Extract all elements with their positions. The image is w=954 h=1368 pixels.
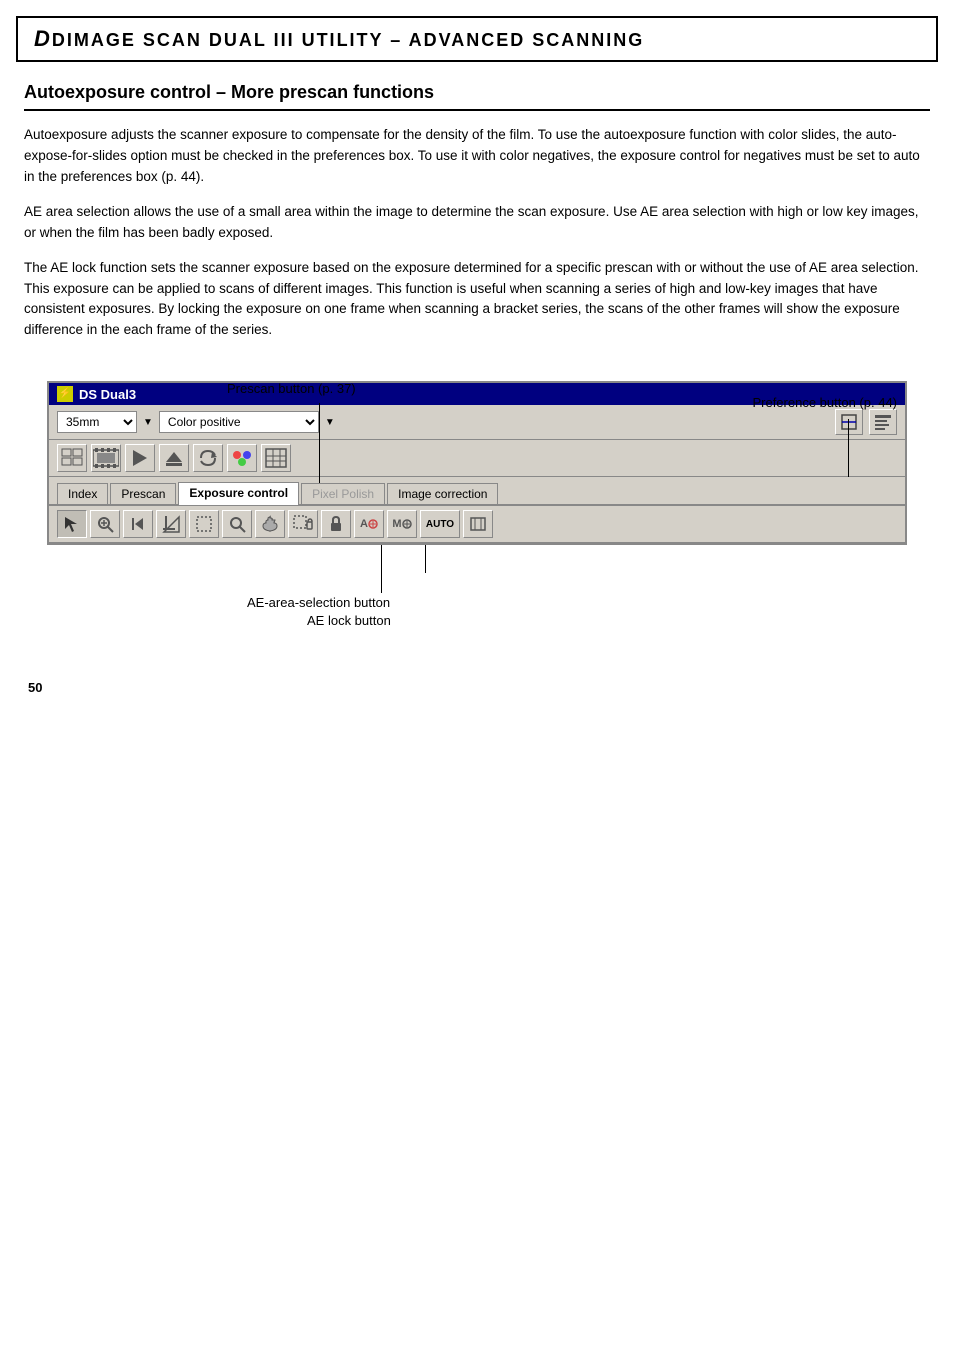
lock-icon <box>327 515 345 533</box>
zoom-in-tool[interactable] <box>90 510 120 538</box>
page-title: DDIMAGE SCAN DUAL III UTILITY – ADVANCED… <box>34 26 644 52</box>
page-header: DDIMAGE SCAN DUAL III UTILITY – ADVANCED… <box>16 16 938 62</box>
hand-icon <box>261 515 279 533</box>
scanner-tools-row: A M <box>49 506 905 543</box>
filmstrip-icon <box>93 448 119 468</box>
rotate-button[interactable] <box>193 444 223 472</box>
preference-icon-button[interactable] <box>869 409 897 435</box>
ae-lock-line <box>425 545 426 573</box>
rotate-icon <box>197 448 219 468</box>
scanner-app-icon: ⚡ <box>57 386 73 402</box>
manual-setting-m-button[interactable]: M <box>387 510 417 538</box>
tab-index[interactable]: Index <box>57 483 108 504</box>
scan-icon-button[interactable] <box>835 409 863 435</box>
section-title: Autoexposure control – More prescan func… <box>24 82 930 111</box>
paragraph-3: The AE lock function sets the scanner ex… <box>24 258 930 342</box>
annotation-preference: Preference button (p. 44) <box>752 395 897 410</box>
auto-setting-a-button[interactable]: A <box>354 510 384 538</box>
extra-tool-button[interactable] <box>463 510 493 538</box>
arrow-icon <box>63 515 81 533</box>
eject-icon <box>163 448 185 468</box>
grid-icon <box>265 448 287 468</box>
pan-tool[interactable] <box>255 510 285 538</box>
color-mode-select[interactable]: Color positive <box>159 411 319 433</box>
main-content: Autoexposure control – More prescan func… <box>0 62 954 675</box>
filmstrip-button[interactable] <box>91 444 121 472</box>
scanner-diagram: Prescan button (p. 37) Preference button… <box>47 381 907 625</box>
magnify-icon <box>228 515 246 533</box>
preference-icon <box>874 413 892 431</box>
ae-area-icon <box>292 514 314 534</box>
paragraph-1: Autoexposure adjusts the scanner exposur… <box>24 125 930 188</box>
extra-tool-icon <box>469 515 487 533</box>
prescan-button[interactable] <box>125 444 155 472</box>
scanner-toolbar-row1: 35mm ▼ Color positive ▼ <box>49 405 905 440</box>
film-type-arrow: ▼ <box>143 417 153 428</box>
auto-a-label: A <box>360 518 368 530</box>
grid-button[interactable] <box>261 444 291 472</box>
manual-m-label: M <box>392 518 401 530</box>
tab-prescan[interactable]: Prescan <box>110 483 176 504</box>
ae-lock-label: AE lock button <box>307 613 391 628</box>
prescan-icon <box>129 448 151 468</box>
color-mode-arrow: ▼ <box>325 417 335 428</box>
paragraph-2: AE area selection allows the use of a sm… <box>24 202 930 244</box>
eject-button[interactable] <box>159 444 189 472</box>
below-annotations: AE-area-selection button AE lock button <box>47 545 907 625</box>
scanner-tabs: Index Prescan Exposure control Pixel Pol… <box>49 477 905 506</box>
ae-area-label: AE-area-selection button <box>247 595 390 610</box>
crop-tool[interactable] <box>156 510 186 538</box>
ae-area-selection-button[interactable] <box>288 510 318 538</box>
index-view-button[interactable] <box>57 444 87 472</box>
first-frame-icon <box>129 515 147 533</box>
annotation-prescan: Prescan button (p. 37) <box>227 381 356 396</box>
tab-image-correction[interactable]: Image correction <box>387 483 498 504</box>
tab-exposure-control[interactable]: Exposure control <box>178 482 299 505</box>
color-mode-button[interactable] <box>227 444 257 472</box>
prescan-annotation-line <box>319 403 320 483</box>
zoom-in-icon <box>96 515 114 533</box>
auto-label: AUTO <box>426 519 454 530</box>
manual-m-icon <box>402 519 412 529</box>
marquee-tool[interactable] <box>189 510 219 538</box>
crop-icon <box>162 515 180 533</box>
auto-button[interactable]: AUTO <box>420 510 460 538</box>
scanner-title: DS Dual3 <box>79 387 136 402</box>
marquee-icon <box>195 515 213 533</box>
arrow-tool[interactable] <box>57 510 87 538</box>
ae-lock-button[interactable] <box>321 510 351 538</box>
magnify-tool[interactable] <box>222 510 252 538</box>
ae-area-line <box>381 545 382 593</box>
first-frame-button[interactable] <box>123 510 153 538</box>
index-icon <box>61 448 83 468</box>
film-type-select[interactable]: 35mm <box>57 411 137 433</box>
tab-pixel-polish[interactable]: Pixel Polish <box>301 483 385 504</box>
auto-a-icon <box>368 519 378 529</box>
scan-icon <box>840 413 858 431</box>
color-dots-icon <box>231 448 253 468</box>
preference-annotation-line <box>848 419 849 477</box>
scanner-toolbar-row2 <box>49 440 905 477</box>
page-number: 50 <box>28 680 42 695</box>
